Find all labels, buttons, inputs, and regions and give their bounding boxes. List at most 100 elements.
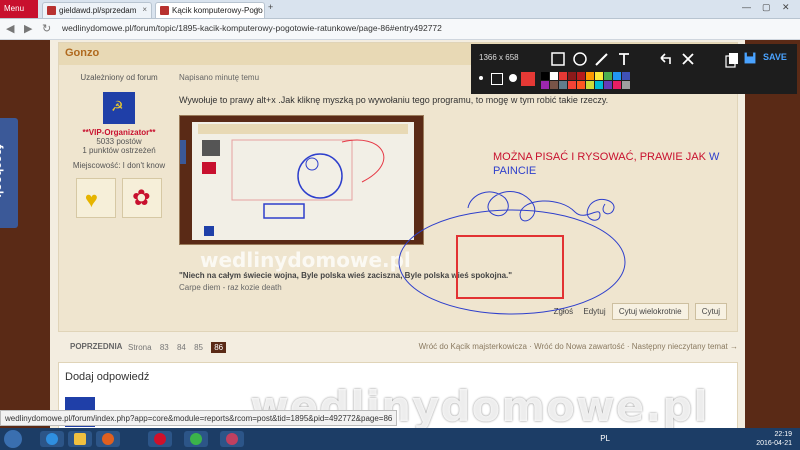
color-swatch[interactable] bbox=[622, 81, 630, 89]
forum-content: Gonzo Uzależniony od forum ☭ **VIP-Organ… bbox=[50, 40, 745, 428]
avatar[interactable]: ☭ bbox=[103, 92, 135, 124]
prev-page-button[interactable]: POPRZEDNIA bbox=[70, 342, 122, 351]
close-window-icon[interactable]: ✕ bbox=[782, 2, 790, 13]
new-tab-icon[interactable]: + bbox=[268, 2, 273, 12]
back-arrow-icon[interactable]: ◀ bbox=[6, 22, 14, 35]
brush-size-small[interactable] bbox=[479, 76, 483, 80]
reload-icon[interactable]: ↻ bbox=[42, 22, 51, 35]
snipping-toolbar: 1366 x 658 SAVE bbox=[471, 44, 797, 94]
color-swatch[interactable] bbox=[550, 81, 558, 89]
signature-quote: "Niech na całym świecie wojna, Byle pols… bbox=[179, 271, 513, 280]
save-icon[interactable] bbox=[743, 51, 757, 65]
ie-taskbar-icon[interactable] bbox=[40, 431, 64, 447]
close-tab-icon[interactable]: × bbox=[255, 5, 260, 14]
color-swatch[interactable] bbox=[604, 72, 612, 80]
selected-color-swatch[interactable] bbox=[521, 72, 535, 86]
annotation-blue-text-2: PAINCIE bbox=[493, 165, 537, 177]
page-link[interactable]: 83 bbox=[160, 343, 169, 352]
text-tool-icon[interactable] bbox=[615, 50, 633, 68]
color-swatch[interactable] bbox=[541, 72, 549, 80]
user-info-column: Uzależniony od forum ☭ **VIP-Organizator… bbox=[59, 73, 179, 220]
color-swatch[interactable] bbox=[550, 72, 558, 80]
color-swatch[interactable] bbox=[586, 81, 594, 89]
status-url: wedlinydomowe.pl/forum/index.php?app=cor… bbox=[0, 410, 398, 426]
embedded-screenshot-content bbox=[192, 122, 414, 240]
warning-points: 1 punktów ostrzeżeń bbox=[82, 146, 156, 155]
page-links: Strona 83 84 85 86 bbox=[128, 342, 232, 353]
color-swatch[interactable] bbox=[568, 72, 576, 80]
tab-kacik-komputerowy[interactable]: Kącik komputerowy-Pogo × bbox=[155, 2, 265, 18]
quote-button[interactable]: Cytuj bbox=[694, 303, 727, 320]
chrome-taskbar-icon[interactable] bbox=[184, 431, 208, 447]
color-swatch[interactable] bbox=[559, 81, 567, 89]
color-swatch[interactable] bbox=[586, 72, 594, 80]
heart-badge-icon: ♥ bbox=[75, 178, 116, 218]
language-indicator[interactable]: PL bbox=[600, 434, 610, 443]
watermark-small: wedlinydomowe.pl bbox=[200, 248, 411, 272]
close-icon[interactable] bbox=[679, 50, 697, 68]
embedded-drawing bbox=[198, 124, 408, 236]
multiquote-button[interactable]: Cytuj wielokrotnie bbox=[611, 303, 689, 320]
forum-page: facebook Gonzo Uzależniony od forum ☭ **… bbox=[0, 40, 800, 428]
clock-time: 22:19 bbox=[774, 431, 792, 438]
page-link[interactable]: 84 bbox=[177, 343, 186, 352]
rectangle-tool-icon[interactable] bbox=[549, 50, 567, 68]
posted-time: Napisano minutę temu bbox=[179, 73, 260, 82]
forward-arrow-icon[interactable]: ▶ bbox=[24, 22, 32, 35]
color-swatch[interactable] bbox=[595, 72, 603, 80]
annotation-blue-text-1: W bbox=[708, 151, 720, 163]
signature-text: Carpe diem - raz kozie death bbox=[179, 283, 282, 292]
tab-gieldawd[interactable]: gieldawd.pl/sprzedam × bbox=[42, 2, 152, 18]
page-label: Strona bbox=[128, 343, 152, 352]
save-button[interactable]: SAVE bbox=[763, 52, 787, 62]
color-swatch[interactable] bbox=[613, 72, 621, 80]
color-swatch[interactable] bbox=[577, 81, 585, 89]
explorer-taskbar-icon[interactable] bbox=[68, 431, 92, 447]
browser-menu-button[interactable]: Menu bbox=[0, 0, 38, 18]
location: Miejscowość: I don't know bbox=[72, 161, 166, 170]
browser-tab-bar: Menu gieldawd.pl/sprzedam × Kącik komput… bbox=[0, 0, 800, 19]
flower-badge-icon: ✿ bbox=[122, 178, 163, 218]
embedded-facebook-tab bbox=[180, 140, 186, 164]
color-swatch[interactable] bbox=[613, 81, 621, 89]
brush-size-large[interactable] bbox=[509, 74, 517, 82]
ellipse-tool-icon[interactable] bbox=[571, 50, 589, 68]
media-taskbar-icon[interactable] bbox=[96, 431, 120, 447]
pen-tool-icon[interactable] bbox=[593, 50, 611, 68]
color-swatch[interactable] bbox=[577, 72, 585, 80]
opera-beta-taskbar-icon[interactable] bbox=[220, 431, 244, 447]
color-swatch[interactable] bbox=[622, 72, 630, 80]
report-link[interactable]: Zgłoś bbox=[554, 307, 574, 316]
post-message: Wywołuje to prawy alt+x .Jak kliknę mysz… bbox=[179, 95, 609, 105]
copy-icon[interactable] bbox=[723, 50, 741, 68]
user-rank: **VIP-Organizator** bbox=[82, 128, 156, 137]
facebook-sidebar-tab[interactable]: facebook bbox=[0, 118, 18, 228]
tab-label: gieldawd.pl/sprzedam bbox=[59, 6, 137, 15]
navigation-links[interactable]: Wróć do Kącik majsterkowicza · Wróć do N… bbox=[419, 342, 738, 351]
start-button[interactable] bbox=[4, 430, 22, 448]
capture-dims-separator: x bbox=[499, 53, 504, 62]
windows-taskbar: PL 22:19 2016-04-21 bbox=[0, 428, 800, 450]
badges: ♥ ✿ bbox=[59, 178, 179, 220]
address-bar: ◀ ▶ ↻ wedlinydomowe.pl/forum/topic/1895-… bbox=[0, 19, 800, 40]
favicon-icon bbox=[47, 6, 56, 15]
color-swatch[interactable] bbox=[595, 81, 603, 89]
maximize-icon[interactable]: ▢ bbox=[762, 2, 771, 13]
brush-size-medium[interactable] bbox=[491, 73, 503, 85]
close-tab-icon[interactable]: × bbox=[142, 5, 147, 14]
undo-icon[interactable] bbox=[657, 50, 675, 68]
system-clock[interactable]: 22:19 2016-04-21 bbox=[756, 430, 792, 448]
color-swatch[interactable] bbox=[568, 81, 576, 89]
annotation-red-text: MOŻNA PISAĆ I RYSOWAĆ, PRAWIE JAK bbox=[493, 151, 706, 163]
url-field[interactable]: wedlinydomowe.pl/forum/topic/1895-kacik-… bbox=[62, 23, 442, 33]
color-swatch[interactable] bbox=[604, 81, 612, 89]
edit-link[interactable]: Edytuj bbox=[583, 307, 605, 316]
menu-label: Menu bbox=[4, 4, 25, 13]
minimize-icon[interactable]: — bbox=[742, 2, 751, 12]
color-swatch[interactable] bbox=[541, 81, 549, 89]
tab-label: Kącik komputerowy-Pogo bbox=[172, 6, 263, 15]
opera-taskbar-icon[interactable] bbox=[148, 431, 172, 447]
color-swatch[interactable] bbox=[559, 72, 567, 80]
hammer-sickle-icon: ☭ bbox=[111, 98, 124, 114]
page-link[interactable]: 85 bbox=[194, 343, 203, 352]
